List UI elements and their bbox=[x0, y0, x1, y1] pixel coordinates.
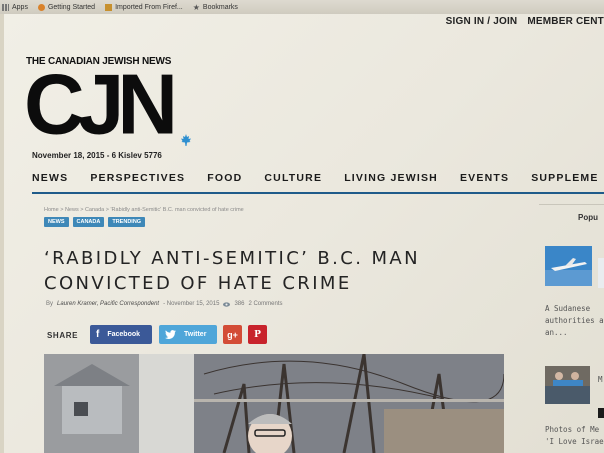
sidebar-item-2-label: M bbox=[598, 375, 603, 384]
nav-item-food[interactable]: FOOD bbox=[207, 172, 242, 184]
nav-divider bbox=[32, 192, 604, 194]
sidebar-item-1-text[interactable]: A Sudanese authorities a an... bbox=[545, 303, 604, 339]
breadcrumb[interactable]: Home > News > Canada > 'Rabidly anti-Sem… bbox=[44, 207, 244, 213]
sign-in-link[interactable]: SIGN IN / JOIN bbox=[446, 16, 518, 27]
article-tags: NEWS CANADA TRENDING bbox=[44, 217, 146, 227]
bookmark-label: Imported From Firef... bbox=[115, 3, 183, 11]
sidebar-divider bbox=[539, 204, 604, 205]
bookmark-label: Getting Started bbox=[47, 3, 96, 11]
byline-prefix: By bbox=[46, 301, 54, 307]
nav-item-events[interactable]: EVENTS bbox=[460, 172, 509, 184]
apps-icon bbox=[2, 3, 9, 11]
pinterest-icon: P bbox=[254, 329, 261, 340]
tag-trending[interactable]: TRENDING bbox=[108, 217, 146, 227]
bookmark-getting-started[interactable]: Getting Started bbox=[37, 3, 96, 11]
star-icon: ★ bbox=[192, 2, 200, 12]
facebook-icon: f bbox=[96, 329, 100, 340]
article-byline: By Lauren Kramer, Pacific Correspondent … bbox=[46, 301, 282, 307]
airplane-photo bbox=[545, 246, 592, 286]
nav-item-supplements[interactable]: SUPPLEME bbox=[531, 172, 598, 184]
publish-date: - November 15, 2015 bbox=[163, 301, 220, 307]
bookmark-bookmarks[interactable]: ★ Bookmarks bbox=[193, 3, 238, 12]
nav-item-culture[interactable]: CULTURE bbox=[264, 172, 322, 184]
tag-canada[interactable]: CANADA bbox=[72, 217, 105, 227]
eye-icon bbox=[223, 301, 231, 307]
sidebar-item-2-text[interactable]: Photos of Me 'I Love Israe bbox=[545, 424, 604, 448]
sidebar-title: Popu bbox=[578, 213, 598, 222]
sidebar-line: 'I Love Israe bbox=[545, 437, 604, 446]
twitter-bird-icon bbox=[165, 330, 176, 339]
twitter-share-button[interactable]: Twitter bbox=[159, 325, 217, 344]
facebook-label: Facebook bbox=[107, 331, 141, 338]
view-count: 386 bbox=[234, 301, 245, 307]
firefox-icon bbox=[37, 3, 45, 11]
google-plus-icon: g+ bbox=[227, 329, 238, 340]
bookmark-label: Bookmarks bbox=[202, 3, 238, 11]
twitter-label: Twitter bbox=[184, 331, 207, 338]
article-hero-image[interactable] bbox=[44, 354, 504, 453]
sidebar-thumbnail-2[interactable] bbox=[545, 366, 590, 404]
nav-item-perspectives[interactable]: PERSPECTIVES bbox=[90, 172, 185, 184]
sidebar-line: an... bbox=[545, 328, 568, 337]
nav-item-living-jewish[interactable]: LIVING JEWISH bbox=[344, 172, 438, 184]
bookmark-apps[interactable]: Apps bbox=[2, 3, 28, 11]
main-nav: NEWS PERSPECTIVES FOOD CULTURE LIVING JE… bbox=[32, 167, 604, 189]
group-photo bbox=[545, 366, 590, 404]
maple-leaf-icon bbox=[181, 134, 191, 146]
sidebar-line: A Sudanese bbox=[545, 304, 591, 313]
web-page: SIGN IN / JOIN MEMBER CENT THE CANADIAN … bbox=[4, 14, 604, 453]
article-headline: ‘RABIDLY ANTI-SEMITIC’ B.C. MAN CONVICTE… bbox=[44, 246, 524, 296]
bookmark-label: Apps bbox=[12, 3, 28, 11]
pinterest-share-button[interactable]: P bbox=[248, 325, 267, 344]
comments-link[interactable]: 2 Comments bbox=[248, 301, 282, 307]
facebook-share-button[interactable]: f Facebook bbox=[90, 325, 152, 344]
site-logo[interactable]: CJN bbox=[24, 61, 178, 147]
bookmarks-bar: Apps Getting Started Imported From Firef… bbox=[0, 0, 604, 14]
sidebar-line: Photos of Me bbox=[545, 425, 600, 434]
bookmark-imported[interactable]: Imported From Firef... bbox=[105, 3, 183, 11]
sidebar-thumbnail-plane[interactable] bbox=[545, 246, 592, 286]
sidebar-line: authorities a bbox=[545, 316, 604, 325]
sidebar-thumbnail-right[interactable] bbox=[598, 258, 604, 288]
account-links: SIGN IN / JOIN MEMBER CENT bbox=[446, 16, 604, 27]
issue-date: November 18, 2015 - 6 Kislev 5776 bbox=[32, 151, 162, 160]
tag-news[interactable]: NEWS bbox=[44, 217, 69, 227]
google-plus-share-button[interactable]: g+ bbox=[223, 325, 242, 344]
headline-line-1: ‘RABIDLY ANTI-SEMITIC’ B.C. MAN bbox=[44, 248, 421, 269]
member-center-link[interactable]: MEMBER CENT bbox=[527, 16, 604, 27]
sidebar-small-badge bbox=[598, 408, 604, 418]
folder-icon bbox=[105, 3, 113, 11]
nav-item-news[interactable]: NEWS bbox=[32, 172, 68, 184]
author-link[interactable]: Lauren Kramer, Pacific Correspondent bbox=[57, 301, 159, 307]
headline-line-2: CONVICTED OF HATE CRIME bbox=[44, 273, 352, 294]
share-label: SHARE bbox=[47, 331, 79, 340]
hero-photo bbox=[44, 354, 504, 453]
